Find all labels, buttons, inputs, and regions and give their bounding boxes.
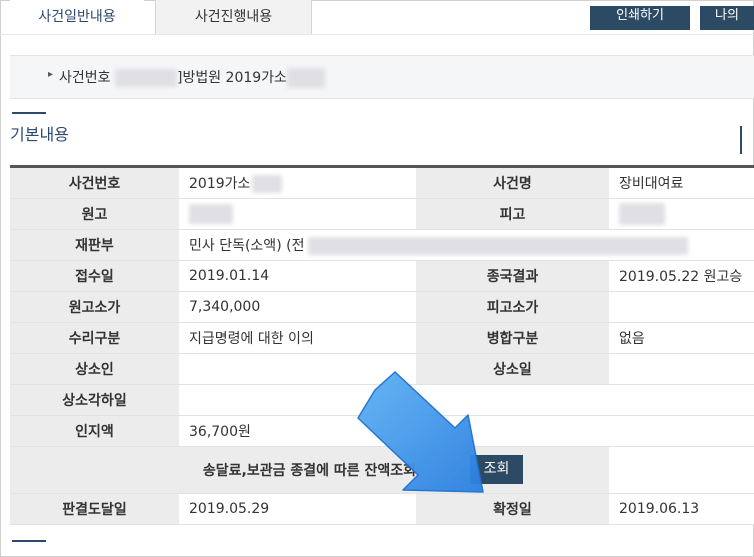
appeal-dismissal-date-value [179, 384, 754, 416]
case-number-suffix: ]방법원 2019가소 [176, 70, 287, 86]
case-name-label: 사건명 [416, 166, 609, 199]
section-accent-line-bottom [12, 540, 46, 542]
plaintiff-claim-label: 원고소가 [10, 291, 179, 323]
defendant-claim-value [609, 291, 754, 323]
defendant-value [609, 198, 754, 230]
case-number-summary: 사건번호 ]방법원 2019가소 [59, 67, 325, 88]
appeal-dismissal-date-label: 상소각하일 [10, 384, 179, 416]
finalized-date-label: 확정일 [416, 493, 609, 525]
table-row: 상소인 상소일 [10, 353, 754, 385]
plaintiff-claim-value: 7,340,000 [179, 291, 416, 323]
defendant-label: 피고 [416, 198, 609, 230]
table-row: 송달료,보관금 종결에 따른 잔액조회 [10, 446, 754, 494]
plaintiff-value [179, 198, 416, 230]
merge-type-value: 없음 [609, 322, 754, 354]
finalized-date-value: 2019.06.13 [609, 493, 754, 525]
table-row: 상소각하일 [10, 384, 754, 416]
merge-type-label: 병합구분 [416, 322, 609, 354]
case-number-value: 2019가소 [179, 166, 416, 199]
judgment-delivery-label: 판결도달일 [10, 493, 179, 525]
redacted-block [286, 68, 325, 88]
table-row: 수리구분 지급명령에 대한 이의 병합구분 없음 [10, 322, 754, 354]
acceptance-type-value: 지급명령에 대한 이의 [179, 322, 416, 354]
print-button[interactable]: 인쇄하기 [590, 6, 690, 30]
court-division-value: 민사 단독(소액) (전 [179, 229, 754, 261]
bullet-arrow-icon: ▸ [48, 69, 54, 80]
appellant-value [179, 353, 416, 385]
final-result-label: 종국결과 [416, 260, 609, 292]
plaintiff-label: 원고 [10, 198, 179, 230]
case-number-prefix: 사건번호 [59, 70, 111, 86]
table-row: 판결도달일 2019.05.29 확정일 2019.06.13 [10, 493, 754, 525]
table-row: 인지액 36,700원 [10, 415, 754, 447]
redacted-block [114, 69, 177, 87]
acceptance-type-label: 수리구분 [10, 322, 179, 354]
table-row: 원고 피고 [10, 198, 754, 230]
tab-divider [0, 34, 754, 35]
appeal-date-value [609, 353, 754, 385]
table-row: 접수일 2019.01.14 종국결과 2019.05.22 원고승 [10, 260, 754, 292]
stamp-fee-value: 36,700원 [179, 415, 754, 447]
case-number-box: ▸ 사건번호 ]방법원 2019가소 [10, 55, 754, 99]
appeal-date-label: 상소일 [416, 353, 609, 385]
table-row: 원고소가 7,340,000 피고소가 [10, 291, 754, 323]
final-result-value: 2019.05.22 원고승 [609, 260, 754, 292]
received-date-value: 2019.01.14 [179, 260, 416, 292]
inquiry-button[interactable]: 조회 [470, 455, 523, 484]
tab-case-progress[interactable]: 사건진행내용 [155, 0, 312, 35]
case-details-table: 사건번호 2019가소 사건명 장비대여료 원고 피고 재판부 민사 단독(소액… [10, 165, 754, 525]
section-title: 기본내용 [10, 125, 69, 144]
right-accent-bar [740, 126, 742, 154]
stamp-fee-label: 인지액 [10, 415, 179, 447]
table-row: 재판부 민사 단독(소액) (전 [10, 229, 754, 261]
section-accent-line [12, 112, 46, 114]
appellant-label: 상소인 [10, 353, 179, 385]
court-division-label: 재판부 [10, 229, 179, 261]
received-date-label: 접수일 [10, 260, 179, 292]
table-row: 사건번호 2019가소 사건명 장비대여료 [10, 166, 754, 199]
my-button[interactable]: 나의 [700, 6, 754, 30]
balance-inquiry-cell [609, 446, 754, 494]
judgment-delivery-value: 2019.05.29 [179, 493, 416, 525]
defendant-claim-label: 피고소가 [416, 291, 609, 323]
case-number-label: 사건번호 [10, 166, 179, 199]
tab-case-general[interactable]: 사건일반내용 [10, 0, 144, 34]
case-name-value: 장비대여료 [609, 166, 754, 199]
